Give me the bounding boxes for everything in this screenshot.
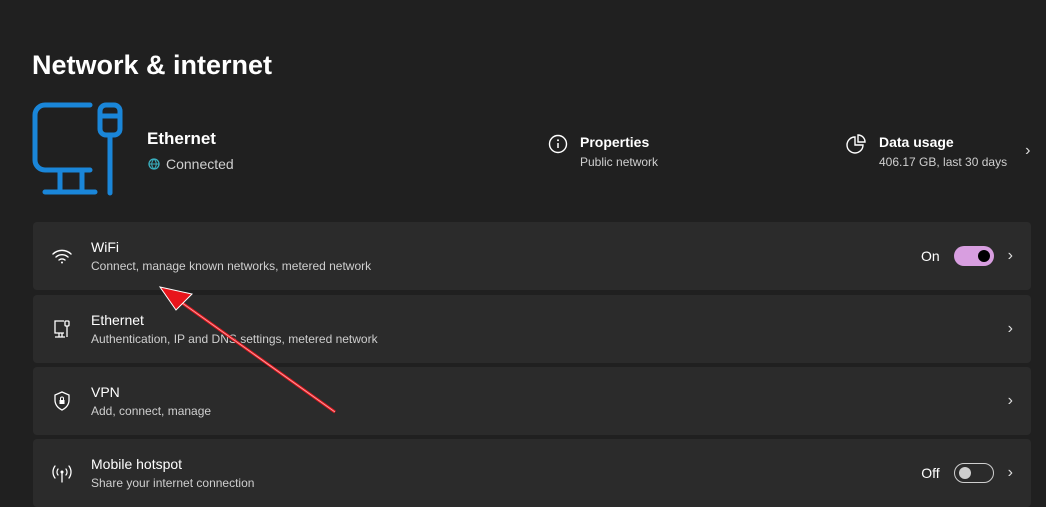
ethernet-item[interactable]: Ethernet Authentication, IP and DNS setti… bbox=[33, 295, 1031, 363]
wifi-title: WiFi bbox=[91, 239, 119, 255]
ethernet-monitor-icon bbox=[32, 102, 123, 196]
data-usage-title: Data usage bbox=[879, 134, 954, 150]
page-title: Network & internet bbox=[32, 50, 273, 80]
data-usage-subtitle: 406.17 GB, last 30 days bbox=[879, 155, 1008, 169]
ethernet-title: Ethernet bbox=[91, 312, 144, 328]
chevron-right-icon: › bbox=[1007, 247, 1013, 264]
connection-status-text: Connected bbox=[166, 156, 234, 172]
hotspot-toggle[interactable] bbox=[953, 463, 994, 483]
wifi-subtitle: Connect, manage known networks, metered … bbox=[91, 259, 372, 273]
vpn-subtitle: Add, connect, manage bbox=[91, 404, 212, 418]
pie-chart-icon bbox=[846, 134, 866, 154]
chevron-right-icon: › bbox=[1007, 464, 1013, 481]
connection-status: Connected bbox=[148, 156, 234, 172]
chevron-right-icon: › bbox=[1007, 320, 1013, 337]
hotspot-icon bbox=[52, 465, 72, 483]
connection-name: Ethernet bbox=[147, 129, 216, 148]
hotspot-subtitle: Share your internet connection bbox=[91, 476, 255, 490]
vpn-item[interactable]: VPN Add, connect, manage › bbox=[33, 367, 1031, 435]
mobile-hotspot-item[interactable]: Mobile hotspot Share your internet connec… bbox=[33, 439, 1031, 507]
wifi-toggle[interactable] bbox=[953, 246, 994, 266]
properties-title: Properties bbox=[580, 134, 650, 150]
ethernet-subtitle: Authentication, IP and DNS settings, met… bbox=[91, 332, 378, 346]
wifi-item[interactable]: WiFi Connect, manage known networks, mete… bbox=[33, 222, 1031, 290]
info-icon bbox=[548, 134, 568, 154]
chevron-right-icon: › bbox=[1007, 392, 1013, 409]
ethernet-icon bbox=[54, 320, 70, 338]
hotspot-title: Mobile hotspot bbox=[91, 456, 183, 472]
vpn-title: VPN bbox=[91, 384, 120, 400]
data-usage-link[interactable]: Data usage 406.17 GB, last 30 days › bbox=[845, 134, 1030, 169]
chevron-right-icon: › bbox=[1025, 142, 1031, 159]
properties-subtitle: Public network bbox=[580, 155, 659, 169]
globe-icon bbox=[148, 158, 160, 170]
shield-icon bbox=[54, 391, 70, 411]
wifi-toggle-label: On bbox=[920, 248, 940, 264]
properties-link[interactable]: Properties Public network bbox=[548, 134, 658, 169]
hotspot-toggle-label: Off bbox=[921, 465, 940, 481]
wifi-icon bbox=[52, 249, 72, 264]
